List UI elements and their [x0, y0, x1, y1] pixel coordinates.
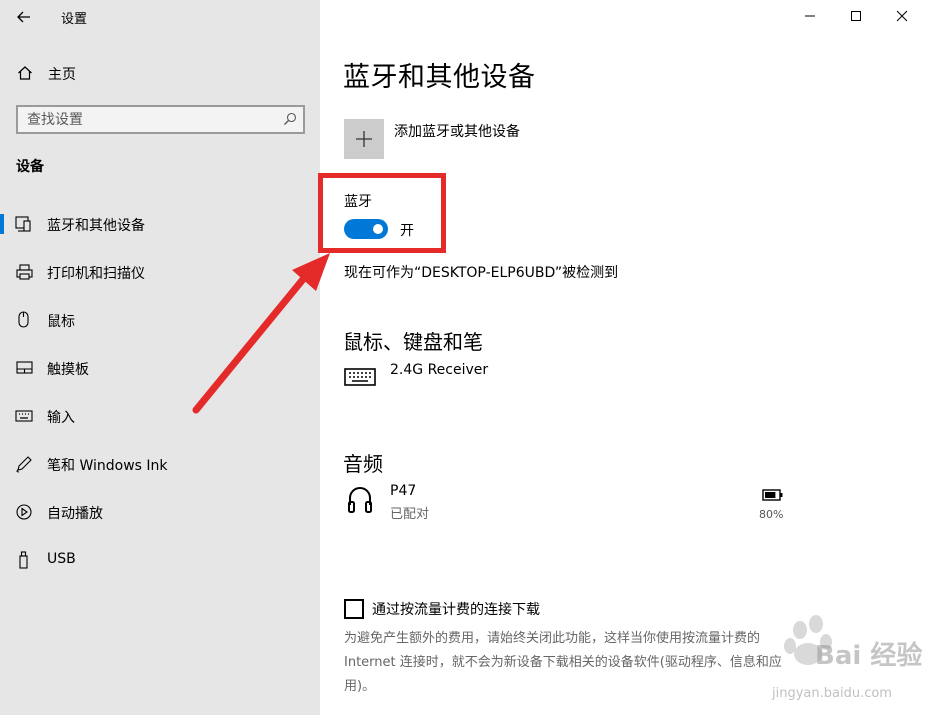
bluetooth-label: 蓝牙	[344, 194, 372, 210]
sidebar: 设置 主页 设备 蓝牙和其他设备 打印机和扫描仪	[0, 0, 320, 715]
page-title: 蓝牙和其他设备	[343, 62, 536, 93]
search-box[interactable]	[16, 105, 305, 134]
back-button[interactable]	[8, 4, 40, 30]
sidebar-item-touchpad[interactable]: 触摸板	[0, 348, 320, 388]
sidebar-item-label: 打印机和扫描仪	[47, 266, 145, 282]
keyboard-icon	[344, 368, 376, 386]
battery-icon	[762, 489, 783, 501]
sidebar-item-label: 笔和 Windows Ink	[47, 458, 168, 474]
close-button[interactable]	[879, 0, 925, 32]
sidebar-home[interactable]: 主页	[0, 58, 320, 88]
bluetooth-devices-icon	[15, 216, 31, 232]
sidebar-item-label: 鼠标	[47, 314, 75, 330]
printer-icon	[16, 264, 33, 280]
app-title: 设置	[61, 12, 88, 27]
metered-download-description: 为避免产生额外的费用，请始终关闭此功能，这样当你使用按流量计费的 Interne…	[344, 631, 782, 694]
autoplay-icon	[16, 504, 32, 520]
device-name: P47	[390, 483, 417, 499]
device-2-4g-receiver[interactable]: 2.4G Receiver	[344, 362, 814, 406]
bluetooth-toggle[interactable]	[344, 219, 388, 239]
device-name: 2.4G Receiver	[390, 362, 489, 378]
metered-download-checkbox-row[interactable]: 通过按流量计费的连接下载	[344, 598, 604, 620]
metered-download-label: 通过按流量计费的连接下载	[372, 602, 540, 618]
usb-icon	[19, 551, 28, 569]
battery-percentage: 80%	[759, 508, 784, 521]
sidebar-item-label: 触摸板	[47, 362, 89, 378]
sidebar-item-label: USB	[47, 551, 76, 567]
sidebar-home-label: 主页	[48, 67, 76, 83]
device-status: 已配对	[390, 507, 430, 522]
section-heading-devices: 设备	[16, 159, 44, 175]
keyboard-icon	[15, 410, 33, 422]
sidebar-item-mouse[interactable]: 鼠标	[0, 300, 320, 340]
home-icon	[18, 66, 32, 80]
sidebar-item-autoplay[interactable]: 自动播放	[0, 492, 320, 532]
sidebar-item-label: 输入	[47, 410, 75, 426]
plus-icon	[356, 131, 372, 147]
discoverable-text: 现在可作为“DESKTOP-ELP6UBD”被检测到	[344, 265, 619, 281]
sidebar-item-pen[interactable]: 笔和 Windows Ink	[0, 444, 320, 484]
device-p47[interactable]: P47 已配对 80%	[344, 483, 814, 527]
sidebar-item-label: 自动播放	[47, 506, 103, 522]
touchpad-icon	[16, 361, 33, 374]
search-input[interactable]	[18, 107, 268, 132]
section-heading-audio: 音频	[343, 452, 383, 476]
sidebar-item-printers[interactable]: 打印机和扫描仪	[0, 252, 320, 292]
sidebar-item-typing[interactable]: 输入	[0, 396, 320, 436]
headphones-icon	[348, 487, 372, 513]
sidebar-item-usb[interactable]: USB	[0, 540, 320, 580]
sidebar-item-bluetooth[interactable]: 蓝牙和其他设备	[0, 204, 320, 244]
battery-fill	[765, 492, 776, 498]
minimize-icon	[805, 15, 815, 17]
minimize-button[interactable]	[787, 0, 833, 32]
maximize-icon	[851, 11, 861, 21]
annotation-highlight-box	[318, 173, 446, 253]
sidebar-item-label: 蓝牙和其他设备	[47, 218, 145, 234]
mouse-icon	[18, 311, 29, 328]
back-arrow-icon	[17, 11, 30, 23]
add-device-label: 添加蓝牙或其他设备	[394, 124, 520, 140]
metered-download-checkbox[interactable]	[344, 599, 364, 619]
section-heading-input-devices: 鼠标、键盘和笔	[343, 330, 483, 354]
watermark-url: jingyan.baidu.com	[772, 686, 892, 701]
add-tile	[344, 119, 384, 159]
search-icon[interactable]	[283, 112, 297, 126]
close-icon	[896, 10, 908, 22]
bluetooth-toggle-state: 开	[400, 223, 414, 239]
maximize-button[interactable]	[833, 0, 879, 32]
active-indicator	[0, 214, 4, 234]
watermark-text: Bai 经验	[815, 641, 923, 671]
toggle-knob	[373, 224, 383, 234]
pen-icon	[16, 456, 32, 473]
add-device-button[interactable]: 添加蓝牙或其他设备	[344, 119, 564, 159]
